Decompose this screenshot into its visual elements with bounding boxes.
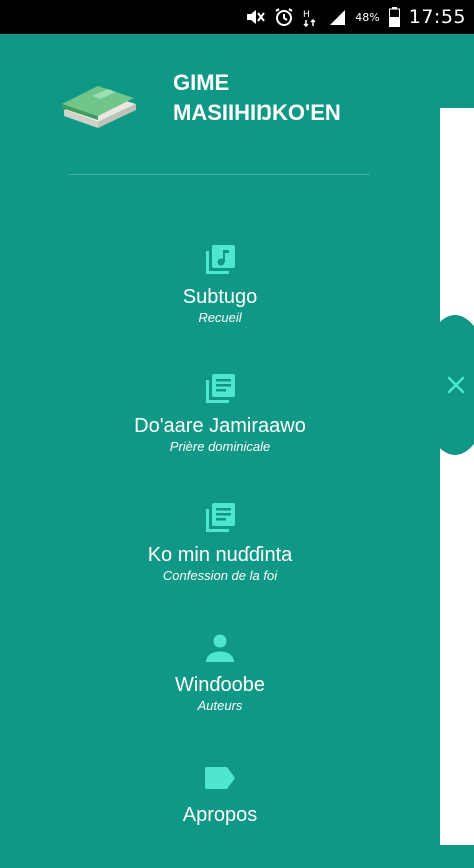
book-icon	[58, 64, 138, 134]
app-title-line2: MASIIHIŊKO'EN	[173, 100, 341, 125]
person-icon	[0, 628, 440, 668]
menu-item-apropos[interactable]: Apropos	[0, 758, 440, 868]
status-icons: H 48% 17:55	[245, 0, 466, 34]
menu-item-doaare-jamiraawo[interactable]: Do'aare Jamiraawo Prière dominicale	[0, 369, 440, 479]
document-library-icon	[0, 369, 440, 409]
network-h-icon: H	[303, 7, 319, 27]
menu-item-label: Winɗoobe	[174, 674, 266, 696]
menu-item-label: Ko min nuɗɗinta	[147, 544, 293, 566]
close-icon[interactable]	[446, 375, 466, 395]
battery-icon	[388, 7, 400, 27]
menu-item-label: Do'aare Jamiraawo	[134, 415, 306, 437]
menu-item-label: Apropos	[182, 804, 258, 826]
label-tag-icon	[0, 758, 440, 798]
app-title-line1: GIME	[173, 70, 230, 95]
alarm-icon	[274, 7, 294, 27]
menu-item-label: Subtugo	[182, 286, 258, 308]
clock: 17:55	[408, 6, 466, 28]
menu-item-subtugo[interactable]: Subtugo Recueil	[0, 240, 440, 350]
mute-icon	[245, 8, 266, 26]
status-bar: H 48% 17:55	[0, 0, 474, 34]
drawer-header: GIME MASIIHIŊKO'EN	[0, 34, 440, 174]
menu-item-sublabel: Auteurs	[197, 698, 243, 713]
menu-item-sublabel: Confession de la foi	[162, 568, 278, 583]
navigation-drawer: GIME MASIIHIŊKO'EN Subtugo Recueil Do'aa…	[0, 34, 440, 845]
menu-item-windoobe[interactable]: Winɗoobe Auteurs	[0, 628, 440, 738]
music-library-icon	[0, 240, 440, 280]
battery-percent: 48%	[355, 10, 380, 24]
menu-item-sublabel: Prière dominicale	[169, 439, 271, 454]
main-content-area	[440, 108, 474, 845]
app-title: GIME MASIIHIŊKO'EN	[173, 68, 413, 128]
svg-text:H: H	[303, 10, 310, 20]
signal-icon	[328, 8, 346, 26]
menu-item-sublabel: Recueil	[198, 310, 242, 325]
header-divider	[68, 174, 370, 175]
menu-item-ko-min-nuddinta[interactable]: Ko min nuɗɗinta Confession de la foi	[0, 498, 440, 608]
document-library-icon	[0, 498, 440, 538]
